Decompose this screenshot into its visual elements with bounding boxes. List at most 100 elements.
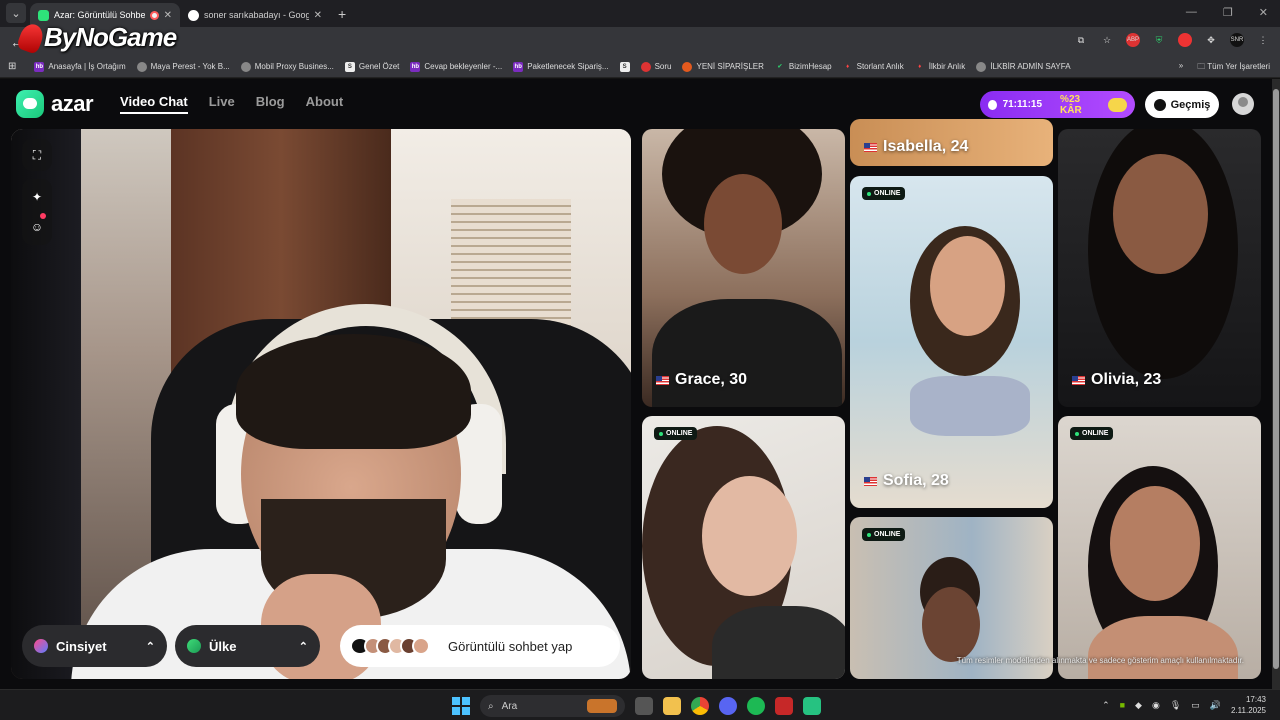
nav-blog[interactable]: Blog bbox=[256, 94, 285, 114]
tab-search-button[interactable]: ⌄ bbox=[6, 3, 26, 23]
windows-taskbar: ⌕ Ara ⌃ ■ ◆ ◉ 🎙 ▭ 🔊 17:43 2.11.2025 bbox=[0, 689, 1280, 720]
bookmark-item[interactable]: ♦ İlkbir Anlık bbox=[915, 62, 965, 72]
clock-date: 2.11.2025 bbox=[1231, 706, 1266, 715]
profile-card-grace[interactable]: Grace, 30 bbox=[642, 129, 845, 407]
gender-filter[interactable]: Cinsiyet ⌃ bbox=[22, 625, 167, 667]
bookmarks-overflow-button[interactable]: » bbox=[1179, 61, 1183, 75]
face-shape bbox=[930, 236, 1005, 336]
online-text: ONLINE bbox=[666, 430, 693, 437]
start-label: Görüntülü sohbet yap bbox=[448, 638, 573, 654]
profile-card-olivia[interactable]: Olivia, 23 bbox=[1058, 129, 1261, 407]
taskbar-search[interactable]: ⌕ Ara bbox=[480, 695, 625, 717]
bookmark-label: Cevap bekleyenler -... bbox=[424, 62, 503, 71]
country-label: Ülke bbox=[209, 638, 237, 654]
us-flag-icon bbox=[864, 142, 877, 152]
main-nav: Video Chat Live Blog About bbox=[120, 94, 343, 114]
nav-about[interactable]: About bbox=[306, 94, 344, 114]
bookmark-item[interactable]: ✔ BizimHesap bbox=[775, 62, 831, 72]
extension-abp-icon[interactable]: ABP bbox=[1126, 33, 1140, 47]
steam-icon[interactable]: ◉ bbox=[1152, 700, 1160, 711]
app-green-icon[interactable] bbox=[803, 697, 821, 715]
s-icon: S bbox=[344, 61, 355, 72]
online-badge: ONLINE bbox=[862, 187, 906, 200]
bookmark-item[interactable]: Maya Perest - Yok B... bbox=[136, 61, 230, 72]
bookmark-label: Genel Özet bbox=[358, 62, 400, 71]
notification-dot bbox=[40, 213, 46, 219]
tray-app-icon[interactable]: ◆ bbox=[1135, 700, 1142, 711]
profile-name: Grace, 30 bbox=[656, 371, 747, 389]
volume-icon[interactable]: 🔊 bbox=[1210, 700, 1221, 711]
bookmark-item[interactable]: S Genel Özet bbox=[344, 61, 400, 72]
profile-card-isabella[interactable]: Isabella, 24 bbox=[850, 119, 1053, 166]
close-window-icon[interactable]: ✕ bbox=[1259, 6, 1268, 19]
browser-tab-google[interactable]: soner sarıkabadayı - Google'da ✕ bbox=[180, 3, 330, 27]
bookmark-item[interactable]: ♦ Storlant Anlık bbox=[843, 62, 904, 72]
promo-badge[interactable]: 71:11:15 %23 KÂR bbox=[980, 91, 1135, 118]
profile-card-5[interactable]: ONLINE bbox=[850, 517, 1053, 679]
chrome-icon[interactable] bbox=[691, 697, 709, 715]
close-tab-icon[interactable]: ✕ bbox=[314, 10, 322, 21]
profile-card-sofia[interactable]: ONLINE Sofia, 28 bbox=[850, 176, 1053, 508]
bookmark-item[interactable]: hb Cevap bekleyenler -... bbox=[410, 61, 503, 72]
bookmark-item[interactable]: hb Paketlenecek Sipariş... bbox=[513, 61, 609, 72]
nvidia-icon[interactable]: ■ bbox=[1120, 700, 1125, 710]
user-avatar[interactable] bbox=[1232, 93, 1254, 115]
profile-card-4[interactable]: ONLINE bbox=[642, 416, 845, 679]
bookmark-item[interactable]: hb Anasayfa | İş Ortağım bbox=[34, 61, 126, 72]
gender-label: Cinsiyet bbox=[56, 638, 107, 654]
extensions-puzzle-icon[interactable]: ✥ bbox=[1204, 33, 1218, 47]
microphone-icon[interactable]: 🎙 bbox=[1170, 700, 1181, 711]
google-favicon-icon bbox=[188, 9, 199, 21]
menu-kebab-icon[interactable]: ⋮ bbox=[1256, 33, 1270, 47]
disclaimer-text: Tüm resimler modellerden alınmakta ve sa… bbox=[956, 656, 1244, 665]
top-shape bbox=[652, 299, 842, 407]
bookmark-star-icon[interactable]: ☆ bbox=[1100, 33, 1114, 47]
file-explorer-icon[interactable] bbox=[663, 697, 681, 715]
bookmark-item[interactable]: İLKBİR ADMİN SAYFA bbox=[976, 61, 1071, 72]
bookmark-item[interactable]: S bbox=[619, 61, 630, 72]
chevron-up-icon[interactable]: ⌃ bbox=[1102, 700, 1110, 711]
extension-red-icon[interactable] bbox=[1178, 33, 1192, 47]
tab-title: Azar: Görüntülü Sohbet, Ye bbox=[54, 10, 145, 20]
spotify-icon[interactable] bbox=[747, 697, 765, 715]
nav-video-chat[interactable]: Video Chat bbox=[120, 94, 188, 114]
windows-start-icon[interactable] bbox=[452, 697, 470, 715]
bookmark-item[interactable]: Soru bbox=[640, 61, 671, 72]
azar-favicon-icon bbox=[38, 9, 49, 21]
bookmark-label: Storlant Anlık bbox=[856, 62, 904, 71]
apps-grid-icon[interactable]: ⊞ bbox=[8, 61, 16, 72]
folder-icon: 🗀 bbox=[1197, 62, 1208, 71]
scrollbar-thumb[interactable] bbox=[1273, 89, 1279, 669]
azar-logo[interactable]: azar bbox=[16, 90, 94, 118]
display-icon[interactable]: ▭ bbox=[1191, 700, 1200, 711]
bookmark-label: İlkbir Anlık bbox=[928, 62, 966, 71]
camera-tools: ⛶ ✦ ☺ bbox=[22, 139, 52, 253]
app-red-icon[interactable] bbox=[775, 697, 793, 715]
bookmark-item[interactable]: Mobil Proxy Busines... bbox=[240, 61, 334, 72]
minimize-icon[interactable]: — bbox=[1186, 6, 1197, 19]
s-icon: S bbox=[619, 61, 630, 72]
profile-card-6[interactable]: ONLINE bbox=[1058, 416, 1261, 679]
all-bookmarks-folder[interactable]: 🗀 Tüm Yer İşaretleri bbox=[1197, 61, 1270, 75]
bookmark-item[interactable]: YENİ SİPARİŞLER bbox=[682, 61, 764, 72]
face-sticker-icon[interactable]: ☺ bbox=[30, 220, 44, 234]
face-shape bbox=[922, 587, 980, 662]
maximize-icon[interactable]: ❐ bbox=[1223, 6, 1233, 19]
nav-live[interactable]: Live bbox=[209, 94, 235, 114]
install-app-icon[interactable]: ⧉ bbox=[1074, 33, 1088, 47]
profile-icon[interactable]: SNR bbox=[1230, 33, 1244, 47]
discord-icon[interactable] bbox=[719, 697, 737, 715]
history-button[interactable]: Geçmiş bbox=[1145, 91, 1219, 118]
start-video-chat-button[interactable]: Görüntülü sohbet yap bbox=[340, 625, 620, 667]
page-scrollbar[interactable] bbox=[1272, 79, 1280, 689]
gender-icon bbox=[34, 639, 48, 653]
taskbar-clock[interactable]: 17:43 2.11.2025 bbox=[1231, 694, 1266, 716]
new-tab-button[interactable]: + bbox=[338, 6, 346, 22]
sparkle-effects-icon[interactable]: ✦ bbox=[30, 190, 44, 204]
timer-icon bbox=[988, 99, 997, 110]
task-view-icon[interactable] bbox=[635, 697, 653, 715]
close-tab-icon[interactable]: ✕ bbox=[164, 10, 172, 21]
fullscreen-button[interactable]: ⛶ bbox=[22, 139, 52, 171]
country-filter[interactable]: Ülke ⌃ bbox=[175, 625, 320, 667]
extension-shield-icon[interactable]: ⛨ bbox=[1152, 33, 1166, 47]
